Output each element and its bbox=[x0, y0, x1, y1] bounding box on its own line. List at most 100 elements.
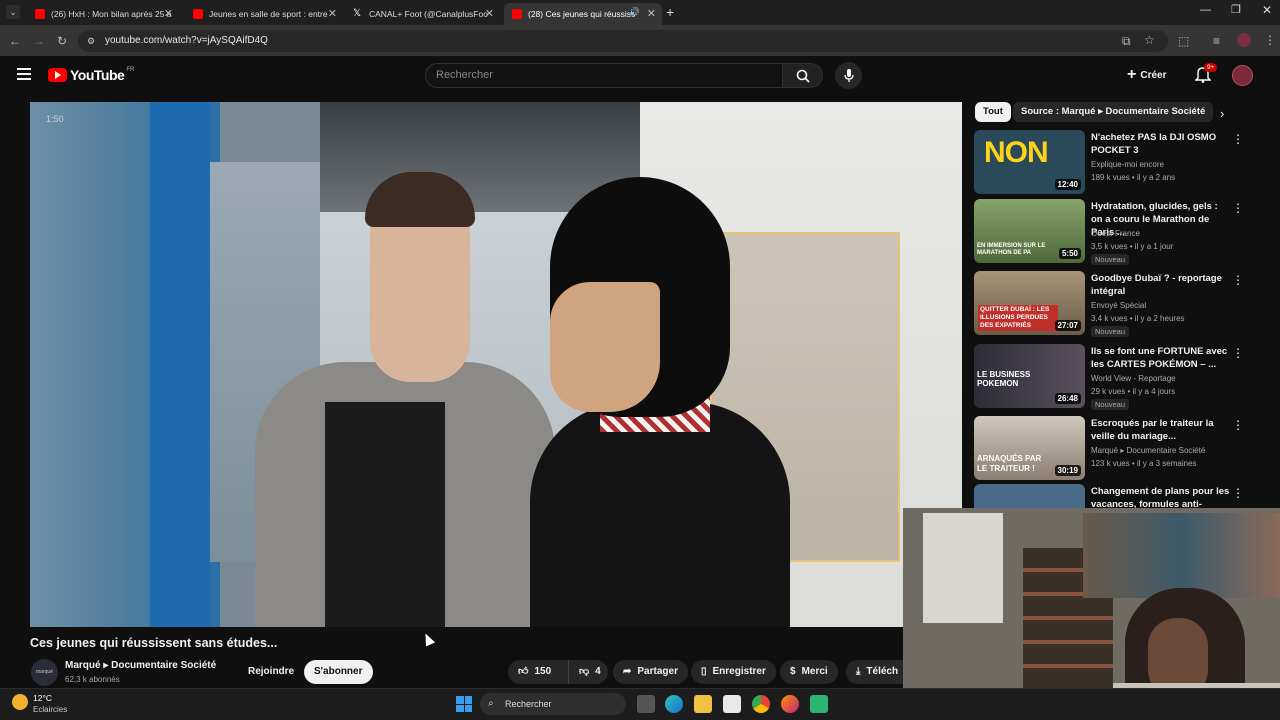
weather-temp[interactable]: 12°C bbox=[33, 693, 52, 703]
forward-icon[interactable]: → bbox=[33, 34, 45, 48]
more-actions-icon[interactable]: ⋮ bbox=[1232, 346, 1244, 360]
more-actions-icon[interactable]: ⋮ bbox=[1232, 201, 1244, 215]
back-icon[interactable]: ← bbox=[9, 34, 21, 48]
recommendation-channel[interactable]: Explique-moi encore bbox=[1091, 159, 1164, 171]
recommendation-card[interactable]: EN IMMERSION SUR LE MARATHON DE PA 5:50 … bbox=[974, 199, 1244, 265]
more-actions-icon[interactable]: ⋮ bbox=[1232, 418, 1244, 432]
man-right-body bbox=[530, 402, 790, 627]
recommendation-card[interactable]: LE BUSINESS POKEMON 26:48 Ils se font un… bbox=[974, 344, 1244, 410]
recommendation-channel[interactable]: World View - Reportage bbox=[1091, 373, 1176, 385]
channel-name[interactable]: Marqué ▸ Documentaire Société bbox=[65, 660, 216, 671]
more-actions-icon[interactable]: ⋮ bbox=[1232, 273, 1244, 287]
close-tab-icon[interactable]: ✕ bbox=[164, 7, 173, 20]
youtube-logo[interactable]: YouTube FR bbox=[48, 67, 134, 83]
tab-title: (26) HxH : Mon bilan après 25 a bbox=[51, 9, 172, 19]
thumbnail-text: EN IMMERSION SUR LE MARATHON DE PA bbox=[977, 243, 1046, 256]
video-thumbnail[interactable]: NON 12:40 bbox=[974, 130, 1085, 194]
address-bar[interactable]: ⚙ youtube.com/watch?v=jAySQAifD4Q bbox=[78, 30, 1168, 52]
close-window-icon[interactable]: ✕ bbox=[1262, 3, 1272, 17]
minimize-icon[interactable]: — bbox=[1200, 4, 1211, 16]
youtube-favicon-icon bbox=[193, 9, 203, 19]
subscribe-button[interactable]: S'abonner bbox=[304, 660, 373, 684]
recommendation-channel[interactable]: Envoyé Spécial bbox=[1091, 300, 1146, 312]
recommendation-card[interactable]: NON 12:40 N'achetez PAS la DJI OSMO POCK… bbox=[974, 130, 1244, 194]
like-button[interactable]: 👍︎ 150 bbox=[508, 660, 568, 684]
close-tab-icon[interactable]: ✕ bbox=[647, 7, 656, 20]
video-thumbnail[interactable]: ARNAQUÉS PAR LE TRAITEUR ! 30:19 bbox=[974, 416, 1085, 480]
app-icon[interactable] bbox=[810, 695, 828, 713]
browser-tab-1[interactable]: (26) HxH : Mon bilan après 25 a ✕ bbox=[27, 3, 179, 25]
create-button[interactable]: + Créer bbox=[1127, 64, 1166, 86]
youtube-favicon-icon bbox=[512, 9, 522, 19]
browser-menu-icon[interactable]: ⋮ bbox=[1264, 33, 1276, 47]
extensions-icon[interactable]: ⬚ bbox=[1178, 34, 1189, 48]
filter-all-label: Tout bbox=[983, 106, 1003, 117]
recommendation-title[interactable]: Changement de plans pour les vacances, f… bbox=[1091, 485, 1231, 508]
video-thumbnail[interactable]: QUITTER DUBAÏ : LES ILLUSIONS PERDUES DE… bbox=[974, 271, 1085, 335]
video-player[interactable]: 1:50 bbox=[30, 102, 962, 627]
speaker-icon[interactable]: 🔊 bbox=[629, 7, 640, 18]
media-control-icon[interactable]: ≡ bbox=[1213, 34, 1220, 48]
voice-search-button[interactable] bbox=[835, 62, 862, 89]
search-input[interactable]: Rechercher bbox=[425, 63, 783, 88]
recommendation-card[interactable]: Changement de plans pour les vacances, f… bbox=[974, 484, 1244, 508]
recommendation-title[interactable]: Ils se font une FORTUNE avec les CARTES … bbox=[1091, 345, 1231, 371]
search-button[interactable] bbox=[783, 63, 823, 88]
tab-title: Jeunes en salle de sport : entre bbox=[209, 9, 328, 19]
tab-title: (28) Ces jeunes qui réussiss bbox=[528, 9, 636, 19]
file-explorer-icon[interactable] bbox=[694, 695, 712, 713]
more-actions-icon[interactable]: ⋮ bbox=[1232, 132, 1244, 146]
video-duration: 12:40 bbox=[1054, 179, 1081, 190]
close-tab-icon[interactable]: ✕ bbox=[485, 7, 494, 20]
close-tab-icon[interactable]: ✕ bbox=[328, 7, 337, 20]
firefox-icon[interactable] bbox=[781, 695, 799, 713]
recommendation-card[interactable]: ARNAQUÉS PAR LE TRAITEUR ! 30:19 Escroqu… bbox=[974, 416, 1244, 480]
site-info-icon[interactable]: ⚙ bbox=[87, 30, 95, 52]
recommendation-title[interactable]: N'achetez PAS la DJI OSMO POCKET 3 bbox=[1091, 131, 1231, 157]
save-button[interactable]: ▯ Enregistrer bbox=[691, 660, 776, 684]
store-icon[interactable] bbox=[723, 695, 741, 713]
youtube-logo-text: YouTube bbox=[70, 67, 125, 83]
share-button[interactable]: ➦ Partager bbox=[613, 660, 688, 684]
notifications-button[interactable]: 9+ bbox=[1194, 63, 1218, 84]
browser-tab-2[interactable]: Jeunes en salle de sport : entre ✕ bbox=[185, 3, 343, 25]
video-thumbnail[interactable]: LE BUSINESS POKEMON 26:48 bbox=[974, 344, 1085, 408]
channel-avatar[interactable]: marqué bbox=[31, 659, 58, 686]
taskbar-search[interactable]: ⌕ Rechercher bbox=[480, 693, 626, 715]
maximize-icon[interactable]: ❐ bbox=[1231, 3, 1241, 16]
chrome-icon[interactable] bbox=[752, 695, 770, 713]
edge-icon[interactable] bbox=[665, 695, 683, 713]
filter-chip-source[interactable]: Source : Marqué ▸ Documentaire Société bbox=[1013, 102, 1214, 122]
browser-tab-3[interactable]: 𝕏 CANAL+ Foot (@CanalplusFoo ✕ bbox=[345, 3, 500, 25]
video-thumbnail[interactable]: EN IMMERSION SUR LE MARATHON DE PA 5:50 bbox=[974, 199, 1085, 263]
install-app-icon[interactable]: ⧉ bbox=[1122, 34, 1131, 48]
reload-icon[interactable]: ↻ bbox=[57, 34, 67, 48]
filter-chip-all[interactable]: Tout bbox=[975, 102, 1011, 122]
task-view-icon[interactable] bbox=[637, 695, 655, 713]
weather-icon[interactable] bbox=[12, 694, 28, 710]
download-button[interactable]: ⤓ Téléch bbox=[846, 660, 903, 684]
thanks-button[interactable]: $ Merci bbox=[780, 660, 838, 684]
account-avatar[interactable] bbox=[1232, 65, 1253, 86]
recommendation-card[interactable]: QUITTER DUBAÏ : LES ILLUSIONS PERDUES DE… bbox=[974, 271, 1244, 337]
more-actions-icon[interactable]: ⋮ bbox=[1232, 486, 1244, 500]
windows-start-icon[interactable] bbox=[456, 696, 472, 712]
new-badge: Nouveau bbox=[1091, 326, 1130, 337]
recommendation-channel[interactable]: Marqué ▸ Documentaire Société bbox=[1091, 445, 1205, 457]
video-thumbnail[interactable] bbox=[974, 484, 1085, 508]
tab-list-dropdown-icon[interactable]: ⌄ bbox=[6, 5, 20, 19]
new-tab-icon[interactable]: + bbox=[666, 4, 674, 20]
recommendation-title[interactable]: Escroqués par le traiteur la veille du m… bbox=[1091, 417, 1231, 443]
browser-tab-bar: ⌄ (26) HxH : Mon bilan après 25 a ✕ Jeun… bbox=[0, 0, 1280, 25]
video-duration: 26:48 bbox=[1054, 393, 1081, 404]
profile-avatar-icon[interactable] bbox=[1237, 33, 1251, 47]
chevron-right-icon[interactable]: › bbox=[1220, 106, 1224, 121]
recommendation-channel[interactable]: Ouest-France bbox=[1091, 228, 1140, 240]
video-title: Ces jeunes qui réussissent sans études..… bbox=[30, 636, 278, 650]
dislike-button[interactable]: 👎︎ 4 bbox=[568, 660, 608, 684]
hamburger-menu-icon[interactable] bbox=[17, 68, 31, 80]
join-button[interactable]: Rejoindre bbox=[238, 660, 304, 684]
bookmark-star-icon[interactable]: ☆ bbox=[1144, 33, 1155, 47]
recommendation-title[interactable]: Goodbye Dubaï ? - reportage intégral bbox=[1091, 272, 1231, 298]
browser-tab-4-active[interactable]: (28) Ces jeunes qui réussiss 🔊 ✕ bbox=[504, 3, 662, 25]
